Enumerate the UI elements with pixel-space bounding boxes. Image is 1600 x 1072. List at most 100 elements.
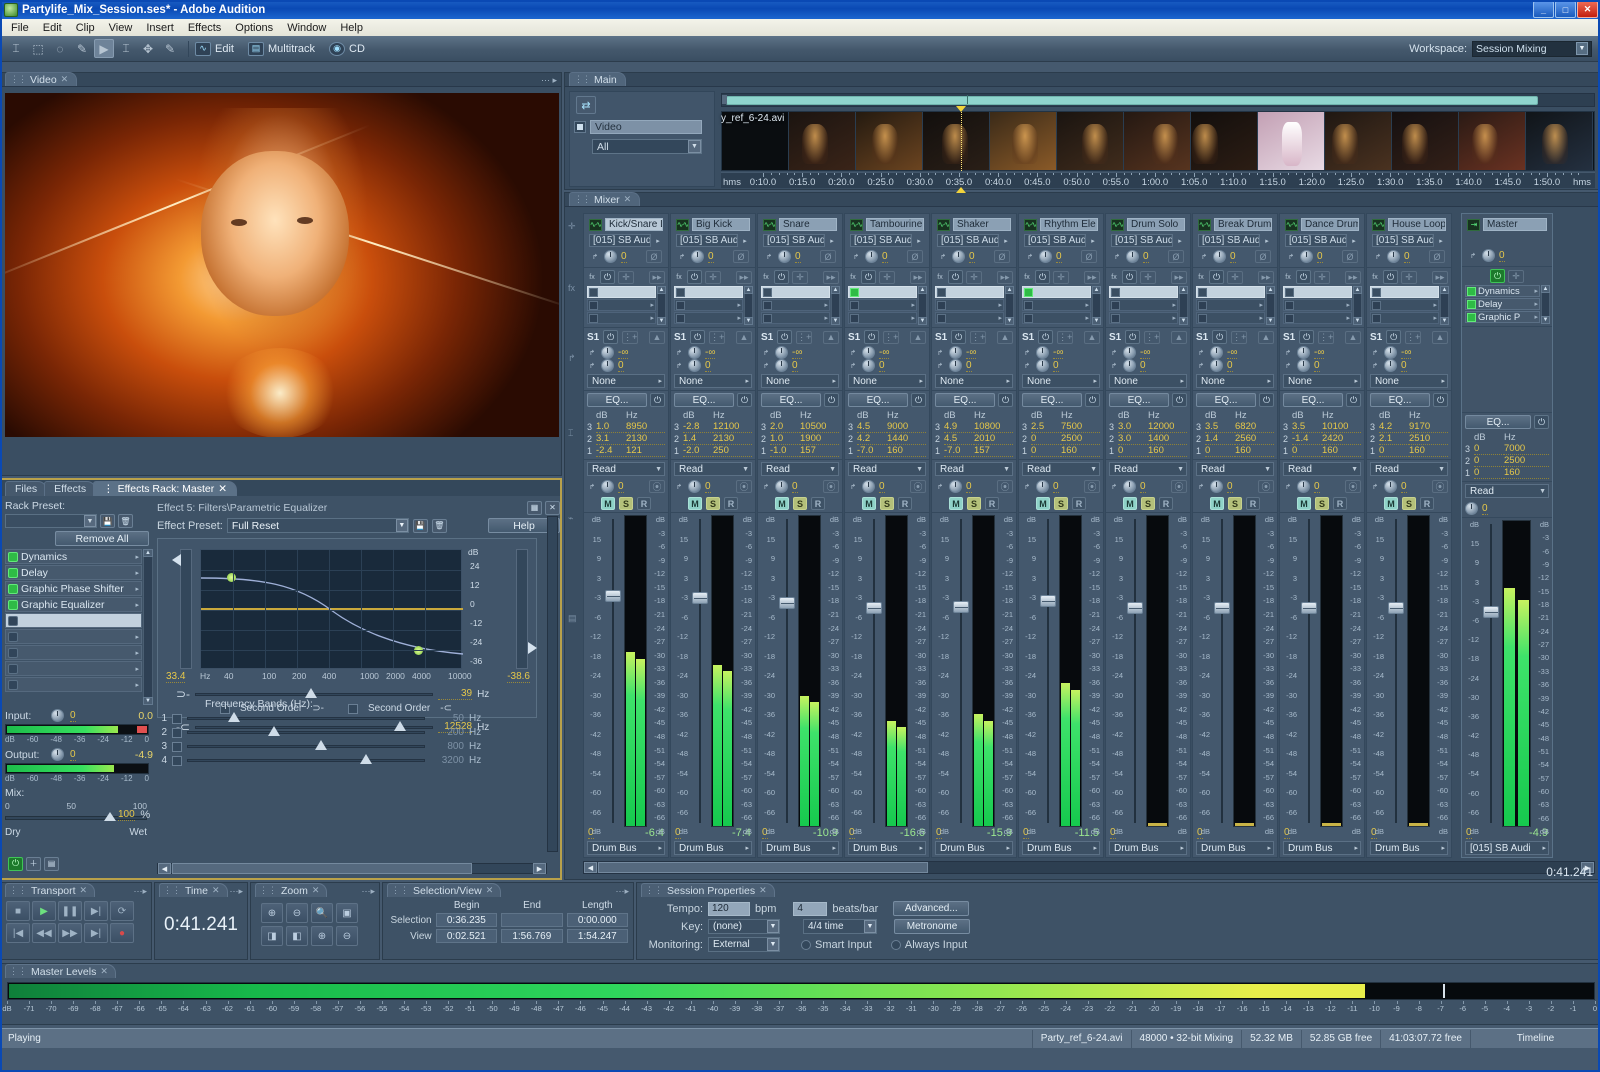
scroll-track[interactable]: [657, 294, 666, 317]
volume-knob[interactable]: [1297, 480, 1310, 493]
save-effect-preset-icon[interactable]: 💾: [413, 519, 428, 533]
eq-band-hz[interactable]: 2500: [1061, 433, 1100, 445]
power-led-icon[interactable]: [8, 600, 18, 610]
phase-invert-button[interactable]: Ø: [1429, 250, 1445, 263]
fx-prerender-button[interactable]: ▸▸: [823, 271, 839, 284]
video-thumbnail-strip[interactable]: [721, 111, 1595, 171]
remove-all-button[interactable]: Remove All: [55, 531, 149, 546]
eq-band-hz[interactable]: 2130: [626, 433, 665, 445]
solo-button[interactable]: S: [619, 497, 633, 510]
fx-slot[interactable]: [1196, 286, 1265, 298]
channel-name-field[interactable]: Snare: [779, 218, 837, 231]
chevron-right-icon[interactable]: ▸: [1259, 314, 1263, 322]
chevron-right-icon[interactable]: ▸: [1172, 314, 1176, 322]
menu-item-effects[interactable]: Effects: [181, 21, 228, 35]
mute-button[interactable]: M: [1210, 497, 1224, 510]
eq-band-db[interactable]: 0: [1205, 445, 1235, 457]
selection-view-length-cell[interactable]: 1:54.247: [567, 929, 628, 943]
master-level-meter[interactable]: [7, 982, 1595, 1000]
chevron-right-icon[interactable]: ▸: [658, 844, 662, 852]
phase-invert-button[interactable]: Ø: [646, 250, 662, 263]
video-thumbnail[interactable]: [990, 112, 1057, 170]
fx-slot[interactable]: [1109, 286, 1178, 298]
eq-band-db[interactable]: 4.2: [857, 433, 887, 445]
record-arm-button[interactable]: R: [1246, 497, 1260, 510]
channel-output-select[interactable]: Drum Bus▸: [761, 841, 839, 855]
send-destination-select[interactable]: None▸: [935, 374, 1013, 388]
fx-slot-toggle[interactable]: [763, 301, 772, 310]
settings-icon[interactable]: ▤: [44, 857, 59, 871]
chevron-right-icon[interactable]: ▸: [919, 844, 923, 852]
band-slider-thumb[interactable]: [228, 712, 240, 722]
fx-slot[interactable]: [935, 286, 1004, 298]
scroll-track[interactable]: [744, 294, 753, 317]
send-add-button[interactable]: ⋮+: [883, 331, 899, 344]
solo-button[interactable]: S: [793, 497, 807, 510]
fx-slot[interactable]: ▸: [848, 299, 917, 311]
video-thumbnail[interactable]: [1124, 112, 1191, 170]
scroll-up-icon[interactable]: ▲: [143, 549, 153, 557]
eq-band-hz[interactable]: 1900: [800, 433, 839, 445]
fx-slot-toggle[interactable]: [937, 301, 946, 310]
pan-knob[interactable]: [778, 250, 791, 263]
monitoring-select[interactable]: External ▼: [708, 937, 780, 952]
send-destination-select[interactable]: None▸: [1370, 374, 1448, 388]
play-to-end-button[interactable]: ▶|: [84, 901, 108, 921]
power-led-icon[interactable]: [8, 616, 18, 626]
scroll-down-icon[interactable]: ▼: [918, 317, 927, 325]
chevron-down-icon[interactable]: ▼: [688, 140, 701, 153]
fx-slot-scroll[interactable]: ▲▼: [1440, 286, 1449, 325]
send-power-button[interactable]: ⏻: [777, 330, 792, 344]
fx-slot-toggle[interactable]: [589, 301, 598, 310]
send-level-knob[interactable]: [949, 346, 962, 359]
eq-power-button[interactable]: ⏻: [1259, 393, 1274, 407]
fx-power-button[interactable]: ⏻: [600, 270, 615, 284]
channel-input-field[interactable]: [015] SB Aud: [1111, 234, 1173, 247]
chevron-down-icon[interactable]: ▼: [1264, 466, 1271, 473]
eq-power-button[interactable]: ⏻: [1085, 393, 1100, 407]
channel-name-field[interactable]: Rhythm Ele: [1040, 218, 1098, 231]
rack-tab-effects-rack-master[interactable]: ⋮Effects Rack: Master✕: [93, 481, 237, 496]
fx-slot[interactable]: ▸: [1109, 299, 1178, 311]
chevron-right-icon[interactable]: ▸: [1534, 300, 1538, 308]
send-level-knob[interactable]: [601, 346, 614, 359]
highpass-track[interactable]: [195, 693, 433, 696]
send-scroll-up-icon[interactable]: ▲: [997, 331, 1013, 344]
chevron-right-icon[interactable]: ▸: [1441, 377, 1445, 385]
menu-item-edit[interactable]: Edit: [36, 21, 69, 35]
selection-view-begin-cell[interactable]: 0:36.235: [436, 913, 497, 927]
eq-band-hz[interactable]: 157: [974, 445, 1013, 457]
eq-band-db[interactable]: -1.4: [1292, 433, 1322, 445]
scroll-down-icon[interactable]: ▼: [1440, 317, 1449, 325]
video-thumbnail[interactable]: [789, 112, 856, 170]
main-horizontal-scrollbar[interactable]: [721, 93, 1595, 107]
fx-slot-toggle[interactable]: [1372, 301, 1381, 310]
video-thumbnail[interactable]: [856, 112, 923, 170]
master-volume-fader[interactable]: [1481, 520, 1501, 827]
scroll-track[interactable]: [831, 294, 840, 317]
monitor-button[interactable]: ⦿: [823, 480, 839, 493]
mute-button[interactable]: M: [862, 497, 876, 510]
chevron-right-icon[interactable]: ▸: [1267, 844, 1271, 852]
chevron-right-icon[interactable]: ▸: [135, 569, 139, 577]
chevron-right-icon[interactable]: ▸: [135, 553, 139, 561]
record-arm-button[interactable]: R: [1159, 497, 1173, 510]
workspace-selector[interactable]: Workspace: Session Mixing ▼: [1409, 41, 1600, 57]
scroll-down-icon[interactable]: ▼: [1005, 317, 1014, 325]
fader-track[interactable]: [1490, 524, 1492, 823]
band-slider-thumb[interactable]: [360, 754, 372, 764]
eq-band-hz[interactable]: 8950: [626, 421, 665, 433]
chevron-down-icon[interactable]: ▼: [1003, 466, 1010, 473]
pan-knob[interactable]: [604, 250, 617, 263]
eq-band-hz[interactable]: 160: [1504, 467, 1549, 479]
fx-slot-toggle[interactable]: [676, 288, 685, 297]
send-power-button[interactable]: ⏻: [603, 330, 618, 344]
fx-slot-toggle[interactable]: [850, 301, 859, 310]
eq-band-hz[interactable]: 160: [1409, 445, 1448, 457]
chevron-right-icon[interactable]: ▸: [1346, 301, 1350, 309]
send-pan-knob[interactable]: [1036, 359, 1049, 372]
send-add-button[interactable]: ⋮+: [1144, 331, 1160, 344]
send-destination-select[interactable]: None▸: [1283, 374, 1361, 388]
eq-power-button[interactable]: ⏻: [737, 393, 752, 407]
volume-fader[interactable]: [951, 515, 971, 827]
